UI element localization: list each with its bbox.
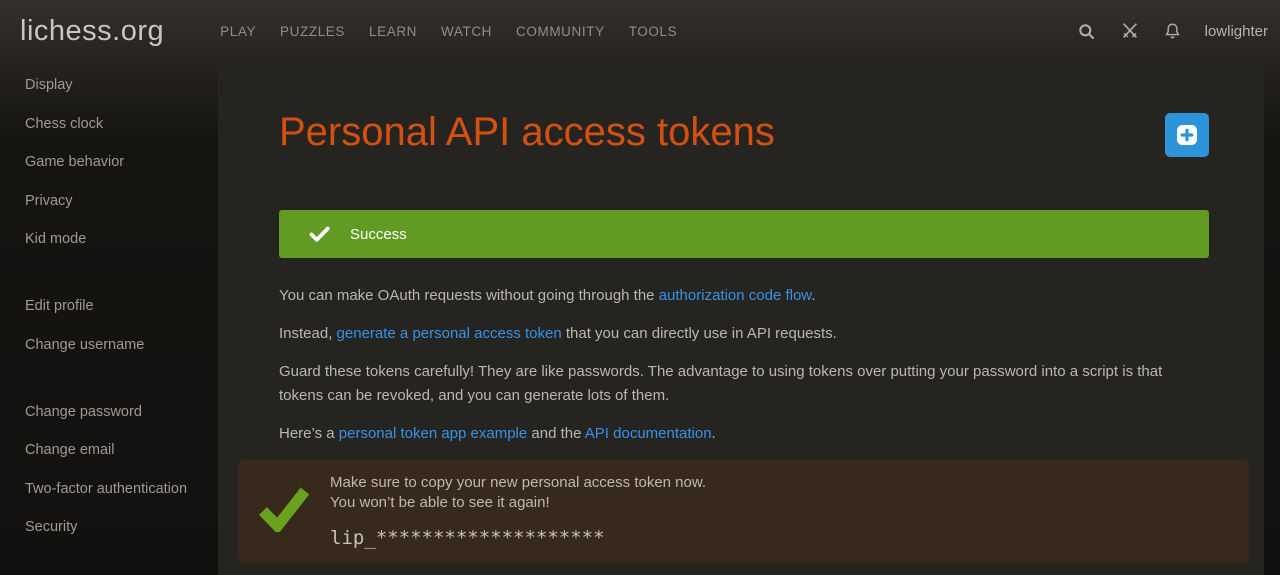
- plus-icon: [1176, 124, 1198, 146]
- token-value[interactable]: lip_********************: [330, 525, 1225, 551]
- link-authorization-code-flow[interactable]: authorization code flow: [659, 287, 812, 304]
- title-row: Personal API access tokens: [279, 108, 1209, 156]
- page-title: Personal API access tokens: [279, 108, 775, 156]
- search-icon[interactable]: [1076, 20, 1098, 42]
- sidebar-item-privacy[interactable]: Privacy: [0, 182, 218, 221]
- paragraph-instead: Instead, generate a personal access toke…: [279, 322, 1209, 346]
- nav-play[interactable]: PLAY: [220, 24, 256, 39]
- nav-tools[interactable]: TOOLS: [629, 24, 678, 39]
- text-segment: .: [712, 425, 716, 442]
- crossed-swords-icon[interactable]: [1119, 20, 1141, 42]
- settings-sidebar: Display Chess clock Game behavior Privac…: [0, 62, 218, 547]
- token-created-box: Make sure to copy your new personal acce…: [238, 460, 1249, 563]
- text-segment: that you can directly use in API request…: [562, 325, 837, 342]
- username-menu[interactable]: lowlighter: [1205, 23, 1268, 40]
- nav-learn[interactable]: LEARN: [369, 24, 417, 39]
- sidebar-item-chess-clock[interactable]: Chess clock: [0, 105, 218, 144]
- link-api-documentation[interactable]: API documentation: [585, 425, 712, 442]
- paragraph-guard: Guard these tokens carefully! They are l…: [279, 360, 1209, 408]
- text-segment: Here’s a: [279, 425, 339, 442]
- big-check-icon: [238, 473, 330, 551]
- topbar: lichess.org PLAY PUZZLES LEARN WATCH COM…: [0, 0, 1280, 62]
- sidebar-item-security[interactable]: Security: [0, 508, 218, 547]
- banner-label: Success: [350, 226, 407, 243]
- token-copy-warning-line2: You won’t be able to see it again!: [330, 493, 1225, 513]
- text-segment: You can make OAuth requests without goin…: [279, 287, 659, 304]
- sidebar-item-game-behavior[interactable]: Game behavior: [0, 143, 218, 182]
- nav-puzzles[interactable]: PUZZLES: [280, 24, 345, 39]
- sidebar-item-two-factor[interactable]: Two-factor authentication: [0, 470, 218, 509]
- text-segment: .: [811, 287, 815, 304]
- new-token-button[interactable]: [1165, 113, 1209, 157]
- sidebar-item-change-username[interactable]: Change username: [0, 326, 218, 365]
- sidebar-group-preferences: Display Chess clock Game behavior Privac…: [0, 66, 218, 259]
- sidebar-item-change-password[interactable]: Change password: [0, 393, 218, 432]
- link-token-app-example[interactable]: personal token app example: [339, 425, 527, 442]
- success-banner: Success: [279, 210, 1209, 258]
- sidebar-item-change-email[interactable]: Change email: [0, 431, 218, 470]
- paragraph-oauth: You can make OAuth requests without goin…: [279, 284, 1209, 308]
- link-generate-token[interactable]: generate a personal access token: [337, 325, 562, 342]
- sidebar-item-kid-mode[interactable]: Kid mode: [0, 220, 218, 259]
- topbar-right: lowlighter: [1076, 20, 1268, 42]
- sidebar-item-edit-profile[interactable]: Edit profile: [0, 287, 218, 326]
- sidebar-group-profile: Edit profile Change username: [0, 287, 218, 364]
- main-nav: PLAY PUZZLES LEARN WATCH COMMUNITY TOOLS: [220, 24, 677, 39]
- text-segment: Instead,: [279, 325, 337, 342]
- text-segment: and the: [527, 425, 585, 442]
- nav-watch[interactable]: WATCH: [441, 24, 492, 39]
- paragraph-examples: Here’s a personal token app example and …: [279, 422, 1209, 446]
- main-content: Personal API access tokens Success You c…: [218, 62, 1264, 575]
- bell-icon[interactable]: [1162, 20, 1184, 42]
- check-icon: [309, 226, 330, 243]
- site-logo[interactable]: lichess.org: [20, 15, 164, 48]
- token-texts: Make sure to copy your new personal acce…: [330, 473, 1225, 551]
- token-copy-warning-line1: Make sure to copy your new personal acce…: [330, 473, 1225, 493]
- sidebar-item-display[interactable]: Display: [0, 66, 218, 105]
- nav-community[interactable]: COMMUNITY: [516, 24, 605, 39]
- sidebar-group-security: Change password Change email Two-factor …: [0, 393, 218, 547]
